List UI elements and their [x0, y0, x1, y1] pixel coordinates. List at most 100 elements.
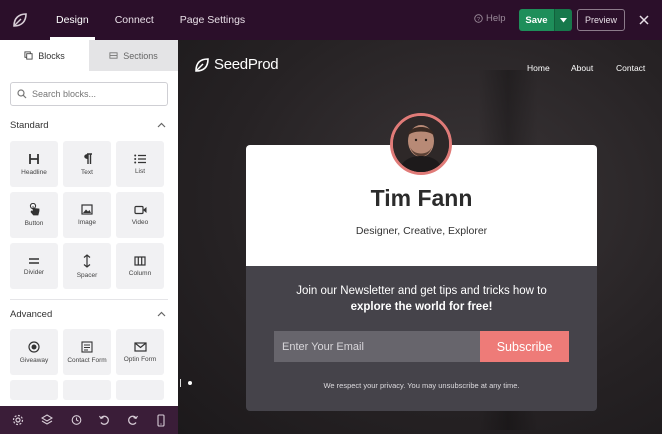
tab-connect[interactable]: Connect	[105, 0, 164, 40]
profile-name: Tim Fann	[370, 185, 473, 211]
tab-sections-label: Sections	[123, 50, 158, 61]
bottom-toolbar	[0, 406, 178, 434]
column-icon	[134, 255, 146, 266]
block-label: Giveaway	[19, 356, 49, 364]
profile-card: Tim Fann Designer, Creative, Explorer Jo…	[246, 145, 597, 411]
block-list[interactable]: List	[116, 141, 164, 187]
block-video[interactable]: Video	[116, 192, 164, 238]
block-label: List	[134, 167, 146, 175]
block-label: Spacer	[76, 271, 98, 279]
image-icon	[81, 204, 93, 215]
profile-tagline: Designer, Creative, Explorer	[355, 225, 488, 237]
privacy-note: We respect your privacy. You may unsubsc…	[323, 381, 520, 390]
newsletter-section: Join our Newsletter and get tips and tri…	[246, 266, 597, 411]
block-spacer[interactable]: Spacer	[63, 243, 111, 289]
spacer-icon	[83, 253, 91, 268]
settings-gear-icon[interactable]	[12, 414, 24, 426]
advanced-section-header[interactable]: Advanced	[0, 304, 178, 324]
divider-icon	[29, 257, 39, 264]
giveaway-icon	[28, 340, 40, 353]
block-partial[interactable]	[63, 380, 111, 400]
blocks-icon	[24, 51, 33, 60]
standard-section-header[interactable]: Standard	[0, 115, 178, 135]
subscribe-button[interactable]: Subscribe	[480, 331, 569, 362]
block-label: Contact Form	[67, 356, 107, 364]
block-giveaway[interactable]: Giveaway	[10, 329, 58, 375]
paragraph-icon	[83, 152, 92, 164]
profile-avatar	[390, 113, 452, 175]
slider-dots	[180, 379, 192, 387]
block-label: Divider	[23, 268, 45, 276]
mobile-preview-icon[interactable]	[156, 413, 166, 427]
block-divider[interactable]: Divider	[10, 243, 58, 289]
help-link[interactable]: ? Help	[474, 13, 506, 24]
nav-link-home[interactable]: Home	[527, 63, 550, 73]
envelope-icon	[133, 341, 147, 352]
blocks-sidebar: Blocks Sections Standard Headline Text L…	[0, 40, 178, 406]
block-column[interactable]: Column	[116, 243, 164, 289]
list-icon	[134, 154, 146, 163]
block-label: Optin Form	[123, 355, 157, 363]
block-contact-form[interactable]: Contact Form	[63, 329, 111, 375]
heading-icon	[29, 153, 39, 164]
slider-dot-icon[interactable]	[188, 381, 192, 385]
caret-down-icon	[560, 17, 567, 22]
block-label: Button	[24, 220, 44, 227]
advanced-section-title: Advanced	[10, 308, 53, 320]
chevron-up-icon	[157, 311, 166, 317]
close-icon[interactable]	[636, 12, 652, 28]
redo-icon[interactable]	[127, 414, 139, 426]
site-brand[interactable]: SeedProd	[194, 56, 279, 73]
help-icon: ?	[474, 14, 483, 23]
block-label: Headline	[21, 168, 47, 176]
tab-sections[interactable]: Sections	[89, 40, 178, 71]
tab-blocks[interactable]: Blocks	[0, 40, 89, 71]
page-preview-canvas[interactable]: SeedProd Home About Contact Tim Fann Des…	[178, 40, 662, 434]
search-blocks-input[interactable]	[32, 89, 162, 99]
search-icon	[17, 89, 27, 99]
undo-icon[interactable]	[98, 414, 110, 426]
block-headline[interactable]: Headline	[10, 141, 58, 187]
block-optin-form[interactable]: Optin Form	[116, 329, 164, 375]
newsletter-line-1: Join our Newsletter and get tips and tri…	[296, 285, 547, 297]
nav-link-contact[interactable]: Contact	[616, 63, 645, 73]
tab-blocks-label: Blocks	[38, 50, 65, 61]
email-input[interactable]: Enter Your Email	[274, 331, 480, 362]
block-label: Text	[81, 168, 93, 176]
tab-page-settings[interactable]: Page Settings	[170, 0, 255, 40]
layers-icon[interactable]	[40, 414, 53, 426]
pointer-hand-icon	[29, 203, 39, 216]
block-label: Image	[77, 219, 97, 226]
brand-name: SeedProd	[214, 56, 279, 73]
block-image[interactable]: Image	[63, 192, 111, 238]
standard-blocks-grid: Headline Text List Button Image Video Di…	[0, 141, 178, 289]
preview-button[interactable]: Preview	[577, 9, 625, 31]
section-divider	[10, 299, 168, 300]
block-label: Video	[131, 218, 149, 226]
sidebar-tabs: Blocks Sections	[0, 40, 178, 71]
advanced-blocks-grid: Giveaway Contact Form Optin Form	[0, 329, 178, 400]
history-icon[interactable]	[70, 414, 82, 426]
slider-dot-icon[interactable]	[180, 379, 182, 387]
block-partial[interactable]	[10, 380, 58, 400]
tab-design[interactable]: Design	[46, 0, 99, 40]
seedprod-logo-icon[interactable]	[0, 0, 40, 40]
top-bar: Design Connect Page Settings ? Help Save…	[0, 0, 662, 40]
help-label: Help	[486, 13, 506, 24]
save-button[interactable]: Save	[519, 9, 554, 31]
nav-link-about[interactable]: About	[571, 63, 593, 73]
block-button[interactable]: Button	[10, 192, 58, 238]
newsletter-line-2: explore the world for free!	[350, 301, 493, 313]
save-options-button[interactable]	[554, 9, 572, 31]
block-text[interactable]: Text	[63, 141, 111, 187]
chevron-up-icon	[157, 122, 166, 128]
block-partial[interactable]	[116, 380, 164, 400]
video-icon	[133, 205, 146, 214]
sections-icon	[109, 52, 118, 59]
newsletter-heading: Join our Newsletter and get tips and tri…	[266, 283, 577, 315]
search-blocks-field[interactable]	[10, 82, 168, 106]
save-button-group: Save	[519, 9, 572, 31]
seedprod-leaf-icon	[195, 57, 209, 72]
contact-form-icon	[81, 340, 93, 353]
block-label: Column	[128, 269, 152, 277]
